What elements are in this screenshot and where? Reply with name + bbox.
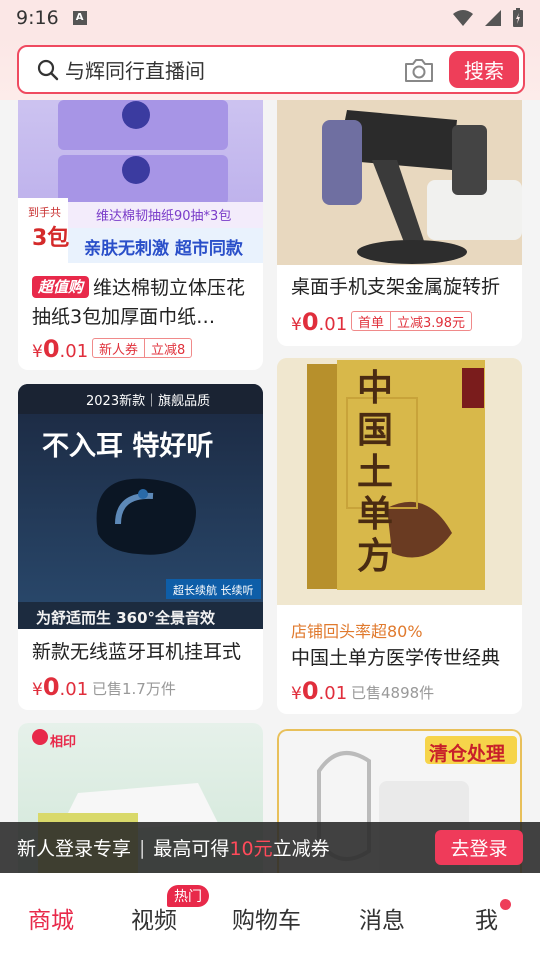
product-image: 维达棉韧抽纸90抽*3包 亲肤无刺激 超市同款 到手共 3包 [18, 100, 263, 263]
coupon-tags: 首单 立减3.98元 [351, 311, 472, 331]
promo-divider: | [139, 836, 146, 859]
product-card-book[interactable]: 中国土单方 店铺回头率超80% 中国土单方医学传世经典 ¥ 0 .01 已售48… [277, 358, 522, 714]
price-currency: ¥ [291, 684, 302, 704]
product-card-phone-stand[interactable]: 桌面手机支架金属旋转折 ¥ 0 .01 首单 立减3.98元 [277, 100, 522, 346]
price-decimal: .01 [318, 683, 348, 704]
hot-badge: 热门 [167, 885, 209, 907]
price-currency: ¥ [32, 680, 43, 700]
status-bar: 9:16 A [0, 0, 540, 36]
shop-repurchase-tip: 店铺回头率超80% [291, 622, 423, 641]
tab-cart[interactable]: 购物车 [232, 901, 301, 935]
search-bar[interactable]: 与辉同行直播间 搜索 [17, 45, 525, 94]
image-text-pack-desc: 维达棉韧抽纸90抽*3包 [96, 209, 232, 224]
product-price: ¥ 0 .01 [32, 335, 88, 363]
super-value-badge: 超值购 [32, 276, 90, 298]
image-text-total: 到手共 [28, 206, 61, 219]
battery-icon [513, 8, 523, 27]
tab-mall[interactable]: 商城 [28, 901, 74, 935]
tab-me[interactable]: 我 [475, 901, 498, 935]
price-currency: ¥ [291, 315, 302, 335]
notification-dot [500, 899, 511, 910]
discount-tag: 立减3.98元 [390, 311, 471, 331]
image-text-feature: 为舒适而生 360°全景音效 [36, 609, 216, 627]
price-integer: 0 [42, 673, 60, 701]
product-image: 2023新款｜旗舰品质 不入耳 特好听 超长续航 长续听 为舒适而生 360°全… [18, 384, 263, 629]
product-image: 中国土单方 [277, 358, 522, 605]
coupon-tags: 新人券 立减8 [92, 338, 193, 358]
status-time: 9:16 [16, 7, 59, 29]
product-title: 超值购 维达棉韧立体压花抽纸3包加厚面巾纸… [32, 274, 253, 332]
login-button[interactable]: 去登录 [435, 830, 523, 865]
promo-text-a: 新人登录专享 [17, 838, 132, 860]
search-input[interactable]: 与辉同行直播间 [65, 55, 205, 84]
image-text-book-title: 中国土单方 [357, 368, 394, 577]
camera-icon[interactable] [403, 56, 435, 84]
brand-logo-text: 相印 [50, 735, 77, 750]
tab-messages[interactable]: 消息 [359, 901, 405, 935]
image-text-battery: 超长续航 长续听 [173, 584, 254, 597]
price-integer: 0 [301, 677, 319, 705]
image-text-headline: 不入耳 特好听 [42, 431, 214, 462]
new-user-promo-bar: 新人登录专享 | 最高可得 10元 立减券 去登录 [0, 822, 540, 873]
search-button[interactable]: 搜索 [449, 51, 519, 88]
clearance-label: 清仓处理 [429, 743, 506, 765]
phone-stand-illustration [277, 100, 522, 265]
product-title: 桌面手机支架金属旋转折 [291, 276, 501, 298]
promo-amount: 10元 [229, 838, 273, 860]
price-integer: 0 [42, 335, 60, 363]
status-icons [452, 8, 524, 28]
bottom-tab-bar: 商城 视频 热门 购物车 消息 我 [0, 873, 540, 960]
image-text-tagline: 2023新款｜旗舰品质 [86, 394, 211, 409]
price-decimal: .01 [59, 679, 89, 700]
signal-icon [485, 10, 501, 26]
product-card-tissue[interactable]: 维达棉韧抽纸90抽*3包 亲肤无刺激 超市同款 到手共 3包 超值购 维达棉韧立体… [18, 100, 263, 370]
price-currency: ¥ [32, 342, 43, 362]
promo-text-c: 立减券 [272, 838, 330, 860]
product-image [277, 100, 522, 265]
wifi-icon [453, 10, 473, 26]
price-integer: 0 [301, 308, 319, 336]
product-price: ¥ 0 .01 [291, 677, 347, 705]
product-feed[interactable]: 维达棉韧抽纸90抽*3包 亲肤无刺激 超市同款 到手共 3包 超值购 维达棉韧立体… [0, 100, 540, 874]
coupon-tag: 新人券 [99, 342, 139, 358]
sold-count: 已售1.7万件 [92, 680, 176, 698]
image-text-count: 3包 [32, 226, 70, 251]
product-price: ¥ 0 .01 [291, 308, 347, 336]
product-title: 中国土单方医学传世经典 [291, 647, 501, 669]
header: 与辉同行直播间 搜索 [0, 36, 540, 100]
search-icon [37, 59, 59, 80]
price-decimal: .01 [59, 341, 89, 362]
product-title: 新款无线蓝牙耳机挂耳式 [32, 641, 242, 663]
image-text-slogan: 亲肤无刺激 超市同款 [84, 239, 243, 259]
product-price: ¥ 0 .01 [32, 673, 88, 701]
first-order-tag: 首单 [358, 315, 385, 331]
a-icon: A [72, 11, 87, 25]
product-card-earphones[interactable]: 2023新款｜旗舰品质 不入耳 特好听 超长续航 长续听 为舒适而生 360°全… [18, 384, 263, 710]
price-decimal: .01 [318, 314, 348, 335]
promo-text-b: 最高可得 [153, 838, 230, 860]
discount-tag: 立减8 [144, 338, 191, 358]
sold-count: 已售4898件 [351, 684, 435, 702]
